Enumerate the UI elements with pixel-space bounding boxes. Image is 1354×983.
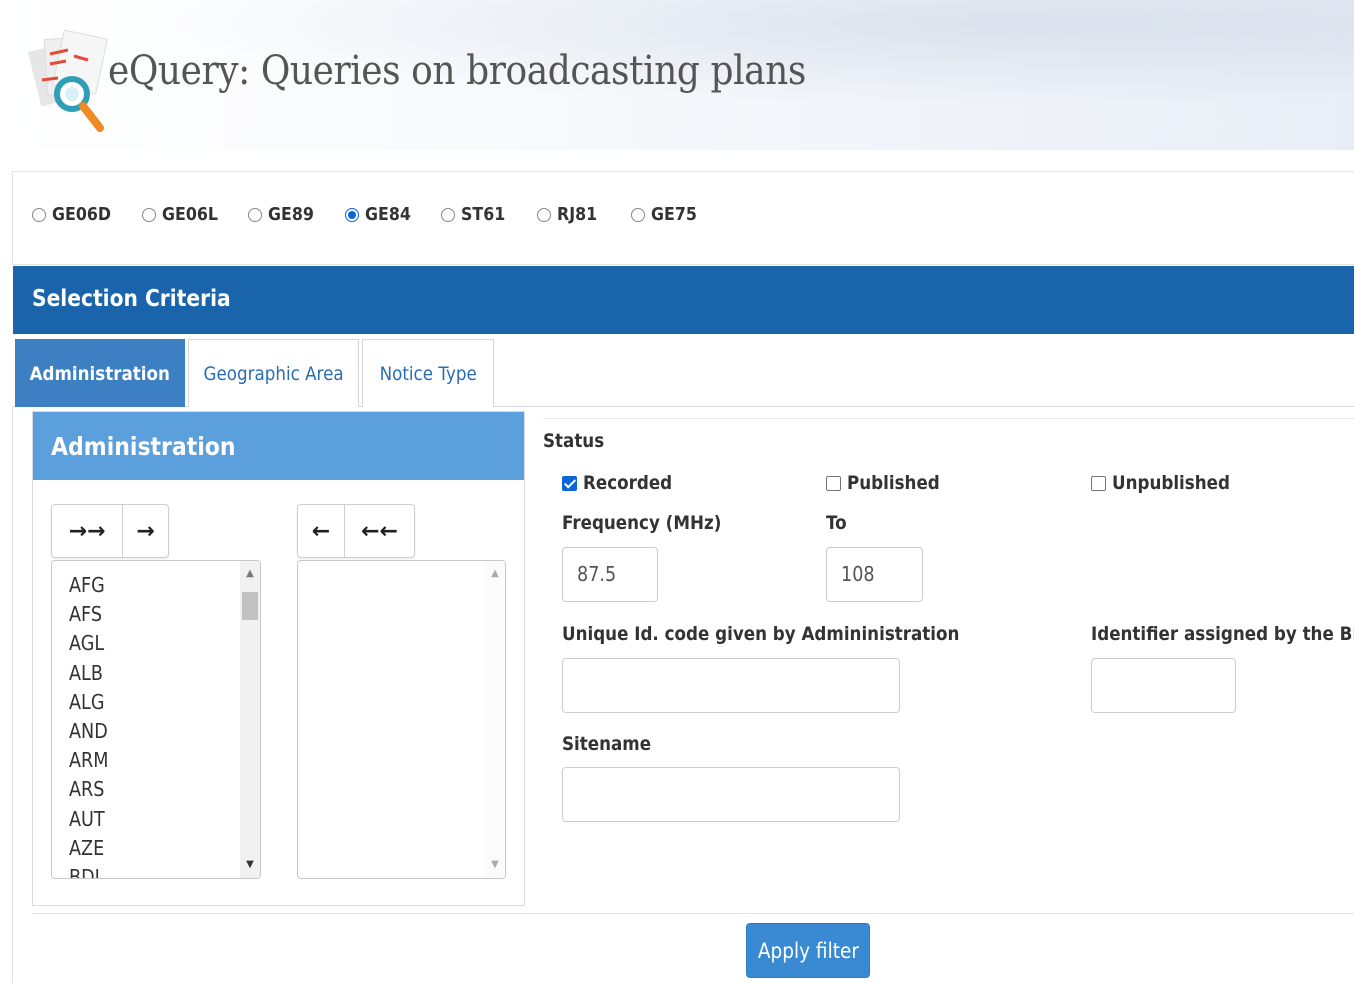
list-item[interactable]: ALG xyxy=(69,688,108,717)
list-item[interactable]: AZE xyxy=(69,834,108,863)
scroll-down-icon[interactable]: ▼ xyxy=(240,855,260,875)
sitename-label: Sitename xyxy=(562,733,652,755)
unique-id-input[interactable] xyxy=(562,658,900,713)
administration-panel-title: Administration xyxy=(51,432,236,461)
scrollbar[interactable]: ▲ ▼ xyxy=(485,561,505,878)
scroll-up-icon[interactable]: ▲ xyxy=(240,564,260,584)
double-arrow-right-icon: →→ xyxy=(68,518,106,544)
status-recorded-checkbox[interactable]: Recorded xyxy=(562,472,684,494)
plan-label: GE75 xyxy=(651,204,697,225)
add-buttons-group: →→ → xyxy=(51,504,169,558)
tab-notice-type[interactable]: Notice Type xyxy=(362,339,494,407)
page-title: eQuery: Queries on broadcasting plans xyxy=(108,48,806,94)
administration-panel-header: Administration xyxy=(33,412,524,480)
content-border xyxy=(12,406,13,983)
checkbox-checked-icon[interactable] xyxy=(562,475,577,491)
plan-radio-ge75[interactable]: GE75 xyxy=(631,204,703,225)
plan-radio-ge06d[interactable]: GE06D xyxy=(32,204,119,225)
list-item[interactable]: AGL xyxy=(69,629,108,658)
list-item[interactable]: ARM xyxy=(69,746,108,775)
plan-label: GE06D xyxy=(52,204,112,225)
remove-all-button[interactable]: ←← xyxy=(344,505,414,557)
checkbox-label: Unpublished xyxy=(1112,472,1230,494)
remove-selected-button[interactable]: ← xyxy=(298,505,344,557)
checkbox-label: Published xyxy=(847,472,940,494)
list-item[interactable]: AUT xyxy=(69,805,108,834)
list-items: AFG AFS AGL ALB ALG AND ARM ARS AUT AZE … xyxy=(69,571,114,878)
input-value: 108 xyxy=(841,562,875,586)
selection-criteria-bar: Selection Criteria xyxy=(13,266,1354,334)
available-administrations-list[interactable]: AFG AFS AGL ALB ALG AND ARM ARS AUT AZE … xyxy=(51,560,261,879)
frequency-label: Frequency (MHz) xyxy=(562,512,722,534)
plan-selector: GE06D GE06L GE89 GE84 ST61 RJ81 GE75 xyxy=(12,171,1354,265)
scroll-down-icon[interactable]: ▼ xyxy=(485,855,505,875)
plan-radio-ge84[interactable]: GE84 xyxy=(345,204,417,225)
plan-label: RJ81 xyxy=(557,204,598,225)
tab-label: Administration xyxy=(29,362,171,385)
scroll-thumb[interactable] xyxy=(242,592,258,620)
page-header: eQuery: Queries on broadcasting plans xyxy=(0,0,1354,150)
plan-label: GE89 xyxy=(268,204,314,225)
radio-icon[interactable] xyxy=(537,207,551,222)
status-unpublished-checkbox[interactable]: Unpublished xyxy=(1091,472,1246,494)
plan-radio-st61[interactable]: ST61 xyxy=(441,204,511,225)
br-identifier-input[interactable] xyxy=(1091,658,1236,713)
status-label: Status xyxy=(543,430,605,452)
tab-geographic-area[interactable]: Geographic Area xyxy=(188,339,359,407)
tab-label: Notice Type xyxy=(379,362,477,385)
list-item[interactable]: ALB xyxy=(69,659,108,688)
arrow-left-icon: ← xyxy=(311,518,331,544)
radio-icon[interactable] xyxy=(441,207,455,222)
sitename-input[interactable] xyxy=(562,767,900,822)
tab-label: Geographic Area xyxy=(203,362,344,385)
list-item[interactable]: AND xyxy=(69,717,108,746)
double-arrow-left-icon: ←← xyxy=(361,518,398,544)
checkbox-icon[interactable] xyxy=(826,475,841,491)
list-item[interactable]: AFG xyxy=(69,571,108,600)
plan-radio-ge06l[interactable]: GE06L xyxy=(142,204,226,225)
radio-icon[interactable] xyxy=(142,207,156,222)
radio-selected-icon[interactable] xyxy=(345,207,359,222)
scroll-up-icon[interactable]: ▲ xyxy=(485,564,505,584)
status-published-checkbox[interactable]: Published xyxy=(826,472,952,494)
footer-divider xyxy=(32,913,1354,914)
selected-administrations-list[interactable]: ▲ ▼ xyxy=(297,560,506,879)
frequency-to-input[interactable]: 108 xyxy=(826,547,923,602)
list-item[interactable]: BDI xyxy=(69,863,108,878)
radio-icon[interactable] xyxy=(631,207,645,222)
add-all-button[interactable]: →→ xyxy=(52,505,122,557)
plan-radio-ge89[interactable]: GE89 xyxy=(248,204,320,225)
plan-label: ST61 xyxy=(461,204,506,225)
list-item[interactable]: ARS xyxy=(69,775,108,804)
radio-icon[interactable] xyxy=(32,207,46,222)
checkbox-icon[interactable] xyxy=(1091,475,1106,491)
tab-administration[interactable]: Administration xyxy=(15,339,185,407)
selection-criteria-title: Selection Criteria xyxy=(32,286,231,312)
plan-radio-rj81[interactable]: RJ81 xyxy=(537,204,603,225)
scrollbar[interactable]: ▲ ▼ xyxy=(240,561,260,878)
add-selected-button[interactable]: → xyxy=(122,505,168,557)
apply-filter-label: Apply filter xyxy=(757,938,859,963)
plan-label: GE84 xyxy=(365,204,411,225)
remove-buttons-group: ← ←← xyxy=(297,504,415,558)
br-identifier-label: Identifier assigned by the BR xyxy=(1091,623,1354,645)
list-item[interactable]: AFS xyxy=(69,600,108,629)
apply-filter-button[interactable]: Apply filter xyxy=(746,923,870,978)
arrow-right-icon: → xyxy=(136,518,155,544)
frequency-from-input[interactable]: 87.5 xyxy=(562,547,658,602)
frequency-to-label: To xyxy=(826,512,847,534)
document-magnifier-logo-icon xyxy=(28,29,108,132)
input-value: 87.5 xyxy=(577,562,617,586)
checkbox-label: Recorded xyxy=(583,472,673,494)
radio-icon[interactable] xyxy=(248,207,262,222)
unique-id-label: Unique Id. code given by Admininistratio… xyxy=(562,623,960,645)
plan-label: GE06L xyxy=(162,204,218,225)
